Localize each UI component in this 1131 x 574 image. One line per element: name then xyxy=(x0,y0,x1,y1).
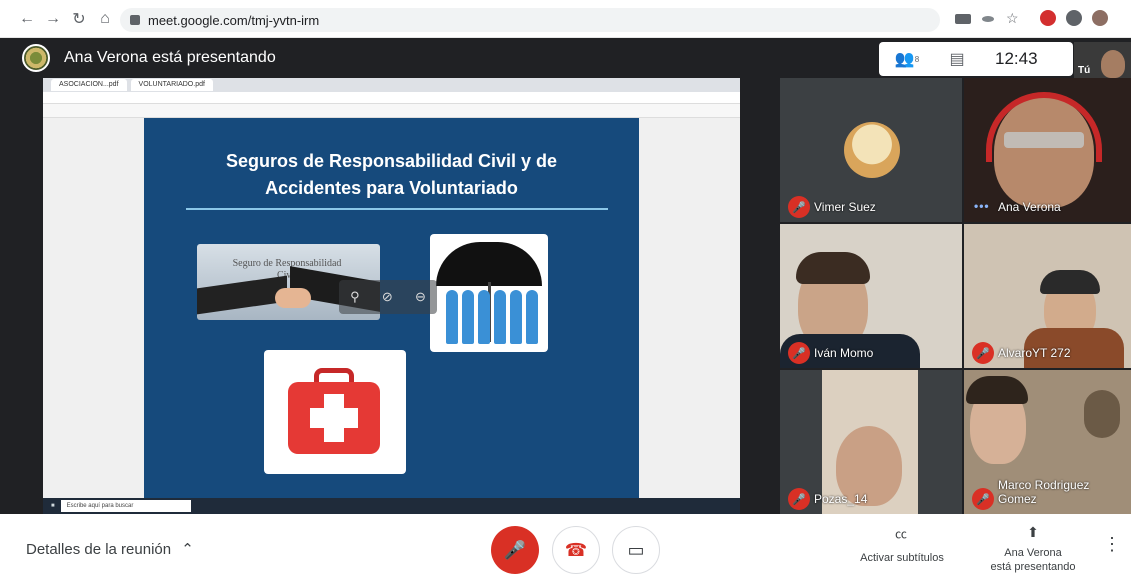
taskbar-search: Escribe aquí para buscar xyxy=(60,500,191,512)
participant-name: Pozas_14 xyxy=(814,492,868,506)
mic-off-icon: 🎤 xyxy=(972,488,994,510)
participant-tile[interactable]: 🎤 Vimer Suez xyxy=(780,78,962,222)
remove-icon[interactable]: ⊖ xyxy=(415,289,426,305)
captions-label[interactable]: Activar subtítulos xyxy=(850,552,954,564)
profile-avatar[interactable] xyxy=(1092,10,1108,26)
person-figure xyxy=(510,290,522,344)
meeting-clock: 12:43 xyxy=(995,49,1038,68)
slide-divider xyxy=(186,208,608,210)
meeting-toolbar: 👥 8 ▤ 12:43 xyxy=(879,42,1073,76)
person-figure xyxy=(478,290,490,344)
back-icon[interactable]: ← xyxy=(14,6,40,32)
presenter-banner: Ana Verona está presentando xyxy=(0,38,780,78)
headphones xyxy=(986,92,1102,162)
presenter-avatar xyxy=(22,44,50,72)
participant-tile[interactable]: 🎤 Pozas_14 xyxy=(780,370,962,514)
participant-tile[interactable]: 🎤 Iván Momo xyxy=(780,224,962,368)
url-text: meet.google.com/tmj-yvtn-irm xyxy=(148,12,320,28)
slide-title: Seguros de Responsabilidad Civil y de Ac… xyxy=(144,148,639,202)
background-object xyxy=(1084,390,1120,438)
person-figure xyxy=(462,290,474,344)
camera-toggle-button[interactable]: ▭ xyxy=(612,526,660,574)
participants-icon[interactable]: 👥 8 xyxy=(885,42,929,76)
adblock-icon[interactable] xyxy=(1040,10,1056,26)
presenting-label[interactable]: Ana Verona está presentando xyxy=(978,546,1088,574)
participant-tile[interactable]: 🎤 AlvaroYT 272 xyxy=(964,224,1131,368)
presenting-line1: Ana Verona xyxy=(1004,547,1062,559)
meeting-details-label: Detalles de la reunión xyxy=(26,541,172,558)
reload-icon[interactable]: ↻ xyxy=(66,6,92,32)
shared-address xyxy=(43,92,740,104)
home-icon[interactable]: ⌂ xyxy=(92,6,118,32)
hair xyxy=(796,252,870,284)
glasses xyxy=(1004,132,1084,148)
browser-toolbar: ← → ↻ ⌂ meet.google.com/tmj-yvtn-irm ☆ xyxy=(0,0,1131,38)
person-figure xyxy=(446,290,458,344)
slide: Seguros de Responsabilidad Civil y de Ac… xyxy=(144,118,639,498)
shared-screen[interactable]: ASOCIACION...pdf VOLUNTARIADO.pdf Seguro… xyxy=(43,78,740,514)
meet-bottom-bar: Detalles de la reunión ⌃ 🎤 ☎ ▭ ㏄ Activar… xyxy=(0,514,1131,574)
slide-title-line1: Seguros de Responsabilidad Civil y de xyxy=(225,151,558,171)
participant-name: Vimer Suez xyxy=(814,200,876,214)
end-call-button[interactable]: ☎ xyxy=(552,526,600,574)
presenting-line2: está presentando xyxy=(990,561,1076,573)
shared-tab: VOLUNTARIADO.pdf xyxy=(130,79,213,91)
meet-stage: Ana Verona está presentando 👥 8 ▤ 12:43 T… xyxy=(0,38,1131,514)
participant-tile[interactable]: ••• Ana Verona xyxy=(964,78,1131,222)
participant-name: AlvaroYT 272 xyxy=(998,346,1071,360)
camera-ext-icon[interactable] xyxy=(955,14,971,24)
address-bar[interactable]: meet.google.com/tmj-yvtn-irm xyxy=(120,8,940,32)
self-view-tile[interactable]: Tú xyxy=(1074,42,1131,78)
first-aid-image xyxy=(264,350,406,474)
cross-horizontal xyxy=(310,408,358,428)
windows-taskbar: ■ Escribe aquí para buscar xyxy=(43,498,740,514)
forward-icon[interactable]: → xyxy=(40,6,66,32)
participant-tile[interactable]: 🎤 Marco Rodriguez Gomez xyxy=(964,370,1131,514)
person-figure xyxy=(526,290,538,344)
shared-tabs: ASOCIACION...pdf VOLUNTARIADO.pdf xyxy=(43,78,740,92)
mute-presentation-icon[interactable]: ⊘ xyxy=(382,289,393,305)
slide-title-line2: Accidentes para Voluntariado xyxy=(265,178,518,198)
suit-left xyxy=(197,275,287,315)
umbrella-image xyxy=(430,234,548,352)
mic-off-icon: 🎤 xyxy=(788,488,810,510)
hair xyxy=(966,376,1028,404)
pdf-toolbar xyxy=(43,104,740,118)
more-options-icon[interactable]: ⋮ xyxy=(1100,532,1124,556)
key-icon[interactable] xyxy=(982,16,994,22)
hair xyxy=(1040,270,1100,294)
umbrella-canopy xyxy=(436,242,542,286)
captions-icon[interactable]: ㏄ xyxy=(877,522,925,544)
meeting-details-button[interactable]: Detalles de la reunión ⌃ xyxy=(26,540,194,558)
speaking-indicator: ••• xyxy=(974,199,990,213)
mic-off-icon: 🎤 xyxy=(788,196,810,218)
pdf-viewer: Seguros de Responsabilidad Civil y de Ac… xyxy=(43,118,740,498)
self-face xyxy=(1101,50,1125,78)
chevron-up-icon: ⌃ xyxy=(181,541,194,558)
presenter-text: Ana Verona está presentando xyxy=(64,49,276,66)
presentation-hover-controls: ⚲ ⊘ ⊖ xyxy=(339,280,437,314)
extensions-icon[interactable] xyxy=(1066,10,1082,26)
star-icon[interactable]: ☆ xyxy=(1006,10,1022,26)
participant-avatar xyxy=(844,122,900,178)
mic-off-icon: 🎤 xyxy=(972,342,994,364)
participant-name: Marco Rodriguez Gomez xyxy=(998,478,1090,506)
windows-start-icon: ■ xyxy=(51,503,55,509)
present-icon[interactable]: ⬆ xyxy=(1009,520,1057,544)
self-label: Tú xyxy=(1078,65,1091,76)
participant-name: Iván Momo xyxy=(814,346,874,360)
person-figure xyxy=(494,290,506,344)
lock-icon xyxy=(130,15,140,25)
participant-name: Ana Verona xyxy=(998,200,1061,214)
chat-icon[interactable]: ▤ xyxy=(935,42,979,76)
shared-tab: ASOCIACION...pdf xyxy=(51,79,127,91)
mic-toggle-button[interactable]: 🎤 xyxy=(491,526,539,574)
participants-count: 8 xyxy=(914,54,920,64)
mic-off-icon: 🎤 xyxy=(788,342,810,364)
pin-icon[interactable]: ⚲ xyxy=(350,289,360,305)
hands xyxy=(275,288,311,308)
